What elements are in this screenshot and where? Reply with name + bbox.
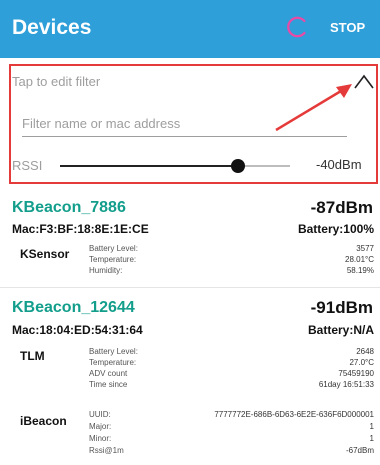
- app-bar: Devices STOP: [0, 0, 380, 58]
- rssi-slider-rest[interactable]: [238, 165, 290, 167]
- kv-value: 61day 16:51:33: [318, 380, 374, 389]
- device-name: KBeacon_12644: [12, 299, 135, 316]
- device-name: KBeacon_7886: [12, 199, 126, 216]
- kv-value: 7777772E-686B-6D63-6E2E-636F6D000001: [214, 410, 374, 419]
- rssi-value: -40dBm: [316, 157, 362, 172]
- kv-value: 3577: [356, 244, 374, 253]
- rssi-label: RSSI: [12, 158, 43, 173]
- kv-value: 75459190: [338, 369, 374, 378]
- section-title: KSensor: [20, 247, 70, 261]
- kv-key: Time since: [89, 380, 128, 389]
- kv-key: Temperature:: [89, 358, 137, 367]
- kv-key: Minor:: [89, 434, 112, 443]
- divider: [0, 287, 380, 288]
- page-title: Devices: [12, 16, 92, 39]
- device-mac: Mac:F3:BF:18:8E:1E:CE: [12, 222, 149, 236]
- kv-key: ADV count: [89, 369, 128, 378]
- device-rssi: -91dBm: [310, 298, 373, 317]
- kv-value: 27.0°C: [349, 358, 374, 367]
- device-battery: Battery:100%: [297, 222, 374, 236]
- kv-value: 1: [369, 422, 374, 431]
- kv-key: Battery Level:: [89, 347, 138, 356]
- kv-value: 1: [369, 434, 374, 443]
- kv-key: Battery Level:: [89, 244, 138, 253]
- kv-key: Major:: [89, 422, 112, 431]
- kv-key: UUID:: [89, 410, 111, 419]
- kv-value: 28.01°C: [345, 255, 374, 264]
- device-mac: Mac:18:04:ED:54:31:64: [12, 323, 143, 337]
- kv-key: Rssi@1m: [89, 446, 124, 455]
- rssi-slider-thumb[interactable]: [231, 159, 245, 173]
- device-battery: Battery:N/A: [307, 323, 374, 337]
- rssi-slider-track[interactable]: [60, 165, 238, 167]
- chevron-up-icon[interactable]: [352, 70, 376, 94]
- kv-key: Temperature:: [89, 255, 137, 264]
- section-title: TLM: [20, 349, 45, 363]
- kv-value: 58.19%: [346, 266, 374, 275]
- kv-value: 2648: [356, 347, 374, 356]
- filter-hint[interactable]: Tap to edit filter: [12, 74, 100, 89]
- section-title: iBeacon: [20, 414, 67, 428]
- loading-spinner-icon: [287, 16, 306, 38]
- device-rssi: -87dBm: [310, 198, 373, 217]
- kv-key: Humidity:: [89, 266, 123, 275]
- kv-value: -67dBm: [345, 446, 374, 455]
- filter-input[interactable]: [22, 110, 347, 137]
- stop-button[interactable]: STOP: [330, 20, 365, 35]
